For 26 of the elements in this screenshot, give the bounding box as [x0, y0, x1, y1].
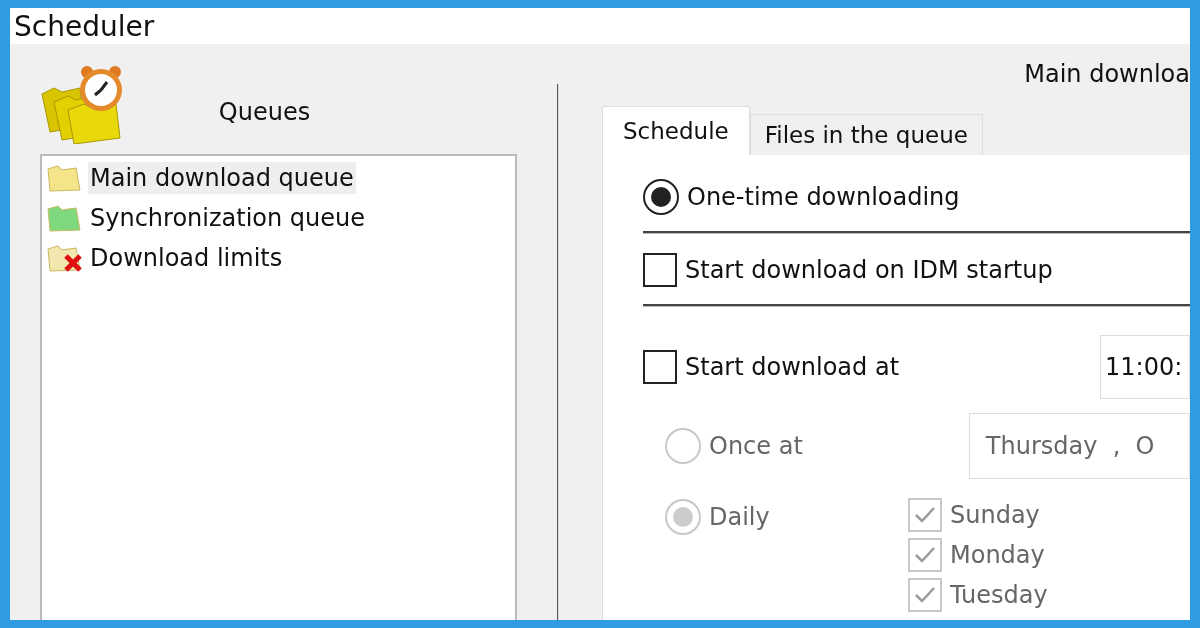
option-label: Daily: [709, 501, 770, 533]
radio-button[interactable]: [643, 179, 679, 215]
check-icon: [913, 505, 937, 525]
folder-blocked-icon: [46, 243, 84, 273]
check-icon: [913, 585, 937, 605]
option-label: Once at: [709, 431, 803, 462]
queue-item[interactable]: Main download queue: [88, 162, 356, 194]
queue-item[interactable]: Download limits: [88, 242, 285, 274]
checkbox[interactable]: [643, 350, 677, 384]
folder-icon: [46, 163, 84, 193]
check-icon: [913, 545, 937, 565]
folder-icon: [46, 203, 84, 233]
option-label: Start download on IDM startup: [685, 255, 1053, 286]
tab[interactable]: Files in the queue: [749, 114, 983, 155]
day-label: Monday: [950, 540, 1045, 571]
queue-item[interactable]: Synchronization queue: [88, 202, 368, 234]
checkbox[interactable]: [643, 253, 677, 287]
day-label: Tuesday: [950, 580, 1048, 611]
queue-name: Main downloa: [1023, 59, 1190, 90]
window-title: Scheduler: [14, 10, 155, 44]
time-field[interactable]: 11:00:: [1100, 335, 1190, 399]
panel-heading: Queues: [217, 97, 312, 128]
day-label: Sunday: [950, 500, 1040, 531]
option-label: One-time downloading: [687, 182, 960, 213]
tab[interactable]: Schedule: [602, 106, 750, 155]
option-label: Start download at: [685, 352, 900, 383]
